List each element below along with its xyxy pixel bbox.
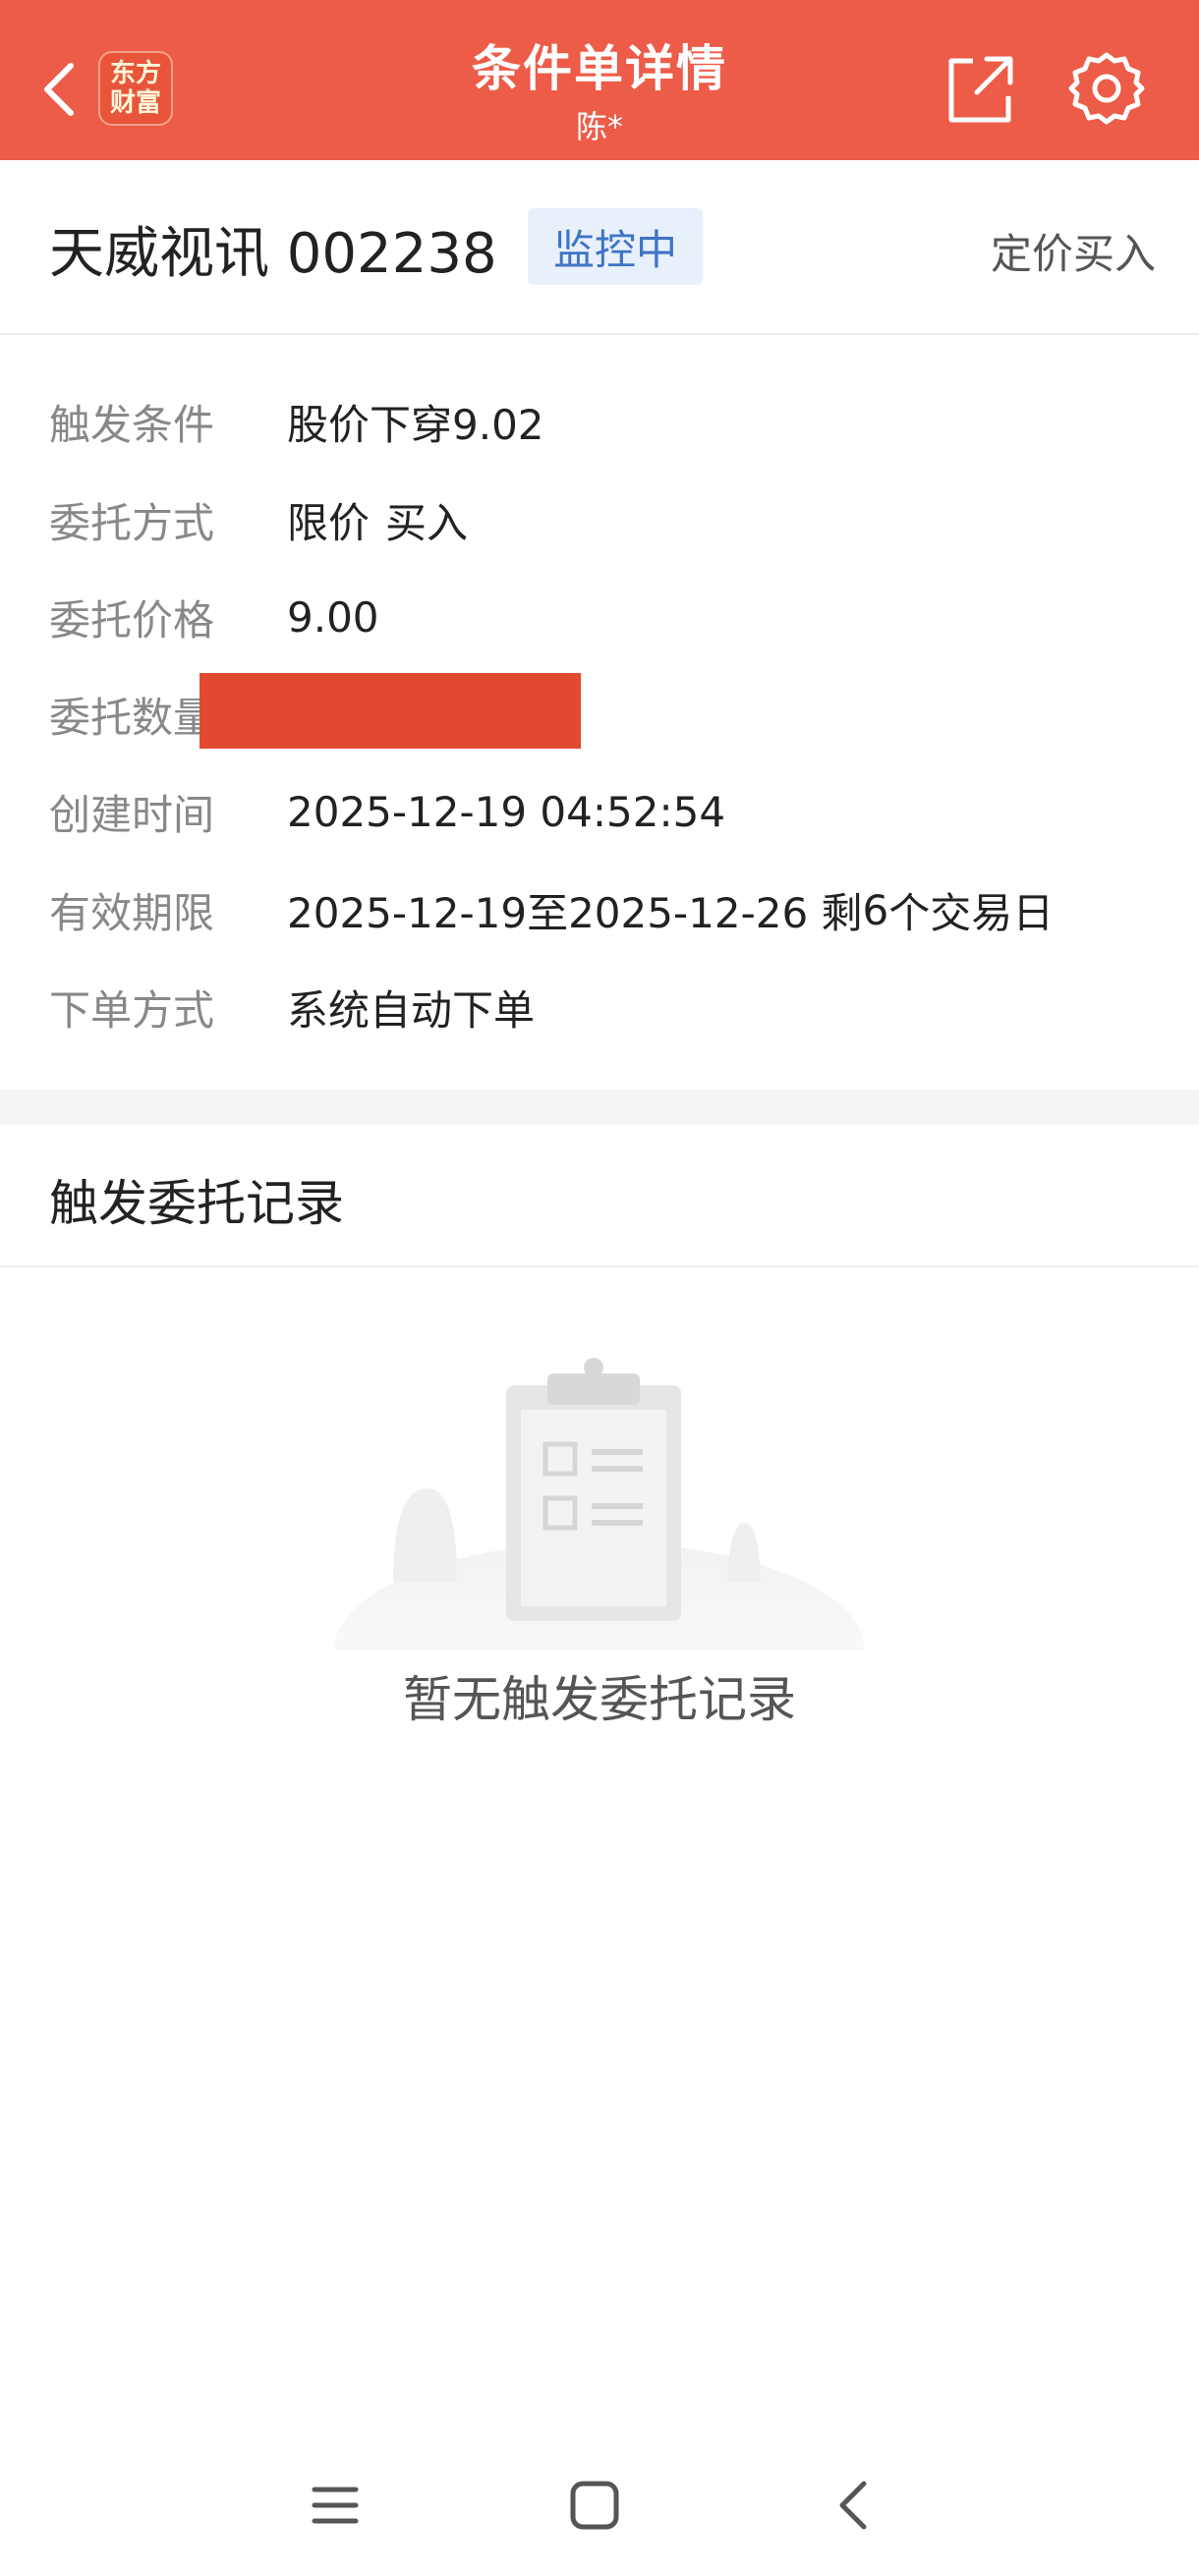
placement-label: 下单方式 <box>49 985 215 1035</box>
home-button[interactable] <box>550 2466 639 2545</box>
trigger-row: 触发条件 股价下穿9.02 <box>49 392 544 451</box>
stock-summary: 天威视讯 002238 监控中 定价买入 <box>0 160 1199 335</box>
placement-value: 系统自动下单 <box>287 985 536 1035</box>
redaction-block <box>200 673 581 749</box>
records-title: 触发委托记录 <box>49 1175 344 1232</box>
created-value: 2025-12-19 04:52:54 <box>287 787 726 836</box>
back-arrow-icon <box>839 2481 867 2530</box>
price-label: 委托价格 <box>49 595 215 644</box>
stock-name: 天威视讯 002238 <box>49 222 497 286</box>
price-row: 委托价格 9.00 <box>49 588 379 646</box>
system-nav-bar <box>0 2436 1199 2576</box>
validity-suffix: 个交易日 <box>888 888 1055 937</box>
created-row: 创建时间 2025-12-19 04:52:54 <box>49 782 725 841</box>
order-details: 触发条件 股价下穿9.02 委托方式 限价 买入 委托价格 9.00 委托数量 … <box>0 337 1199 1090</box>
empty-clipboard-icon <box>334 1358 865 1651</box>
section-divider <box>0 1090 1199 1125</box>
trigger-label: 触发条件 <box>49 400 215 449</box>
method-label: 委托方式 <box>49 498 215 547</box>
placement-row: 下单方式 系统自动下单 <box>49 978 535 1036</box>
method-row: 委托方式 限价 买入 <box>49 490 468 549</box>
validity-days: 6 <box>862 885 889 934</box>
order-type-label: 定价买入 <box>990 230 1156 278</box>
page-title: 条件单详情 <box>472 40 727 97</box>
settings-button[interactable] <box>1067 49 1146 128</box>
created-label: 创建时间 <box>49 790 215 839</box>
validity-row: 有效期限 2025-12-19至2025-12-26 剩 6 个交易日 <box>49 880 1054 939</box>
validity-label: 有效期限 <box>49 888 215 937</box>
app-header: 东方 财富 条件单详情 陈* <box>0 0 1199 160</box>
method-value: 限价 <box>287 498 371 547</box>
empty-state-text: 暂无触发委托记录 <box>403 1671 796 1728</box>
share-icon <box>948 56 1013 123</box>
price-value: 9.00 <box>287 592 379 642</box>
share-button[interactable] <box>943 49 1016 128</box>
menu-button[interactable] <box>291 2466 379 2545</box>
system-back-button[interactable] <box>810 2466 898 2545</box>
method-side: 买入 <box>385 498 469 547</box>
gear-icon <box>1068 52 1145 125</box>
account-name: 陈* <box>575 108 623 145</box>
home-square-icon <box>570 2481 619 2530</box>
menu-icon <box>312 2487 359 2524</box>
validity-range: 2025-12-19至2025-12-26 剩 <box>287 888 863 937</box>
records-header: 触发委托记录 <box>0 1125 1199 1267</box>
trigger-value: 股价下穿9.02 <box>287 400 544 449</box>
status-badge: 监控中 <box>528 208 703 285</box>
